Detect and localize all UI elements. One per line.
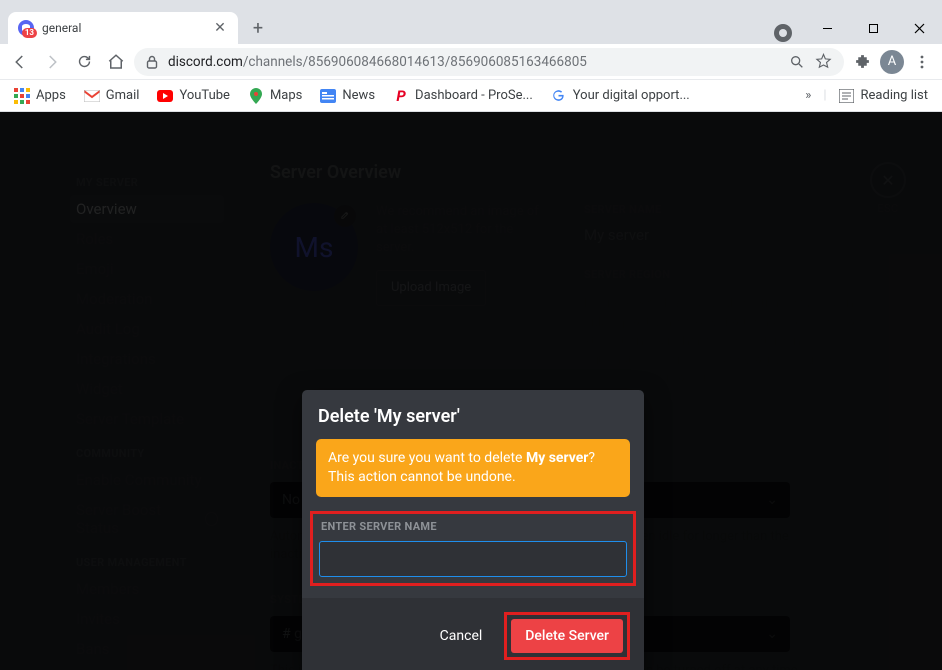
new-tab-button[interactable]: + (244, 14, 272, 42)
reading-list-icon (839, 88, 855, 104)
gmail-icon (84, 88, 100, 104)
search-in-page-icon[interactable] (789, 54, 805, 70)
delete-server-button[interactable]: Delete Server (511, 619, 623, 653)
cancel-button[interactable]: Cancel (430, 619, 493, 653)
google-icon (551, 88, 567, 104)
window-close-button[interactable] (896, 12, 942, 44)
bookmark-maps[interactable]: Maps (242, 84, 308, 108)
modal-title: Delete 'My server' (302, 390, 644, 439)
bookmark-news[interactable]: News (314, 84, 381, 108)
nav-back-button[interactable] (6, 48, 34, 76)
bookmark-digital[interactable]: Your digital opport... (545, 84, 696, 108)
profile-indicator-icon[interactable] (774, 24, 792, 42)
tab-title: general (42, 21, 81, 35)
window-minimize-button[interactable] (804, 12, 850, 44)
bookmark-apps[interactable]: Apps (8, 84, 72, 108)
bookmark-gmail[interactable]: Gmail (78, 84, 146, 108)
youtube-icon (157, 88, 173, 104)
modal-warning: Are you sure you want to delete My serve… (316, 439, 630, 497)
window-maximize-button[interactable] (850, 12, 896, 44)
notification-badge: 13 (22, 28, 37, 38)
server-name-input[interactable] (319, 541, 627, 577)
news-icon (320, 88, 336, 104)
reading-list-button[interactable]: Reading list (833, 84, 934, 108)
lock-icon (146, 55, 158, 69)
bookmark-youtube[interactable]: YouTube (151, 84, 236, 108)
discord-favicon: 13 (18, 20, 34, 36)
pinterest-icon: P (393, 88, 409, 104)
url-text: discord.com/channels/856906084668014613/… (168, 54, 779, 70)
modal-input-label: ENTER SERVER NAME (321, 520, 627, 533)
tab-close-icon[interactable]: ✕ (212, 20, 228, 36)
browser-tab[interactable]: 13 general ✕ (8, 12, 238, 44)
nav-reload-button[interactable] (70, 48, 98, 76)
nav-forward-button[interactable] (38, 48, 66, 76)
bookmark-dashboard[interactable]: PDashboard - ProSe... (387, 84, 539, 108)
bookmark-star-icon[interactable] (815, 53, 832, 70)
bookmark-overflow-icon[interactable]: » (799, 88, 817, 103)
delete-server-modal: Delete 'My server' Are you sure you want… (302, 390, 644, 670)
nav-home-button[interactable] (102, 48, 130, 76)
maps-icon (248, 88, 264, 104)
address-bar[interactable]: discord.com/channels/856906084668014613/… (134, 48, 844, 76)
